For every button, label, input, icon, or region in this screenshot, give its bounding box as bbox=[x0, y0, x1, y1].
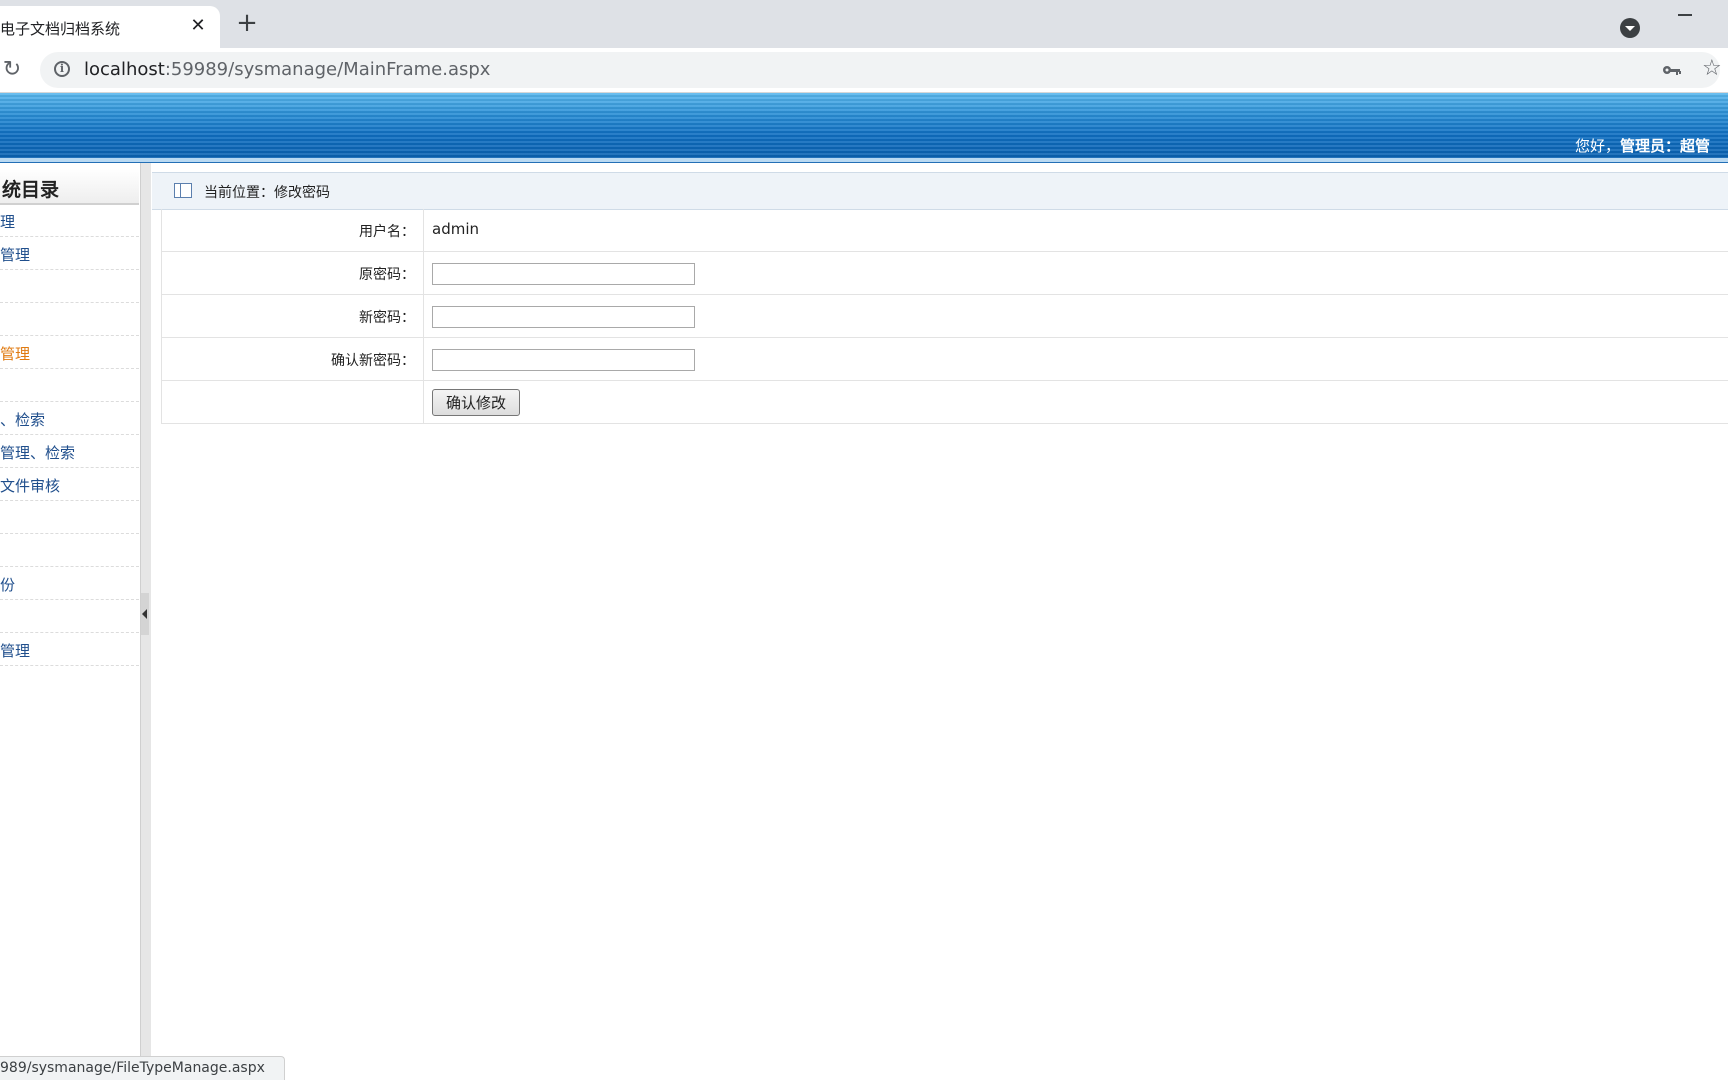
sidebar-item-label: 管理 bbox=[0, 345, 31, 363]
sidebar-item-label: 、检索 bbox=[0, 411, 46, 429]
url-path: :59989/sysmanage/MainFrame.aspx bbox=[164, 59, 491, 80]
sidebar-item[interactable] bbox=[0, 600, 139, 633]
form-label-cell bbox=[162, 381, 424, 423]
form-row-username: 用户名： admin bbox=[161, 209, 1728, 252]
browser-toolbar: ↻ i localhost:59989/sysmanage/MainFrame.… bbox=[0, 48, 1728, 93]
tab-search-icon[interactable] bbox=[1620, 18, 1640, 38]
sidebar-item-label: 理 bbox=[0, 213, 16, 231]
key-icon[interactable] bbox=[1662, 62, 1682, 78]
old-password-label: 原密码： bbox=[359, 267, 415, 283]
form-label-cell: 用户名： bbox=[162, 209, 424, 251]
username-value: admin bbox=[432, 220, 479, 238]
form-row-submit: 确认修改 bbox=[161, 381, 1728, 424]
address-bar[interactable]: i localhost:59989/sysmanage/MainFrame.as… bbox=[40, 52, 1722, 88]
collapse-sidebar-icon[interactable] bbox=[141, 593, 149, 635]
breadcrumb: 当前位置：修改密码 bbox=[152, 172, 1728, 210]
greeting-user: 管理员：超管 bbox=[1619, 137, 1710, 155]
sidebar-item-label: 管理 bbox=[0, 642, 31, 660]
new-tab-icon[interactable]: + bbox=[235, 10, 259, 36]
sidebar-item[interactable] bbox=[0, 369, 139, 402]
sidebar-item-label: 管理、检索 bbox=[0, 444, 76, 462]
sidebar-item[interactable]: 文件审核 bbox=[0, 468, 139, 501]
sidebar-item[interactable]: 管理 bbox=[0, 633, 139, 666]
sidebar-item[interactable] bbox=[0, 303, 139, 336]
browser-tabstrip: 电子文档归档系统 ✕ + bbox=[0, 0, 1728, 48]
address-url[interactable]: localhost:59989/sysmanage/MainFrame.aspx bbox=[84, 59, 490, 80]
sidebar-item-active[interactable]: 管理 bbox=[0, 336, 139, 369]
window-minimize-icon[interactable] bbox=[1678, 14, 1692, 16]
new-password-label: 新密码： bbox=[359, 310, 415, 326]
breadcrumb-text: 当前位置：修改密码 bbox=[204, 185, 330, 201]
form-row-old-password: 原密码： bbox=[161, 252, 1728, 295]
sidebar-item-label: 管理 bbox=[0, 246, 31, 264]
form-label-cell: 新密码： bbox=[162, 295, 424, 337]
sidebar-item[interactable] bbox=[0, 501, 139, 534]
window-icon bbox=[174, 183, 192, 198]
sidebar: 统目录 理 管理 管理 、检索 管理、检索 文件审核 份 管理 bbox=[0, 163, 141, 1080]
sidebar-splitter[interactable] bbox=[140, 163, 151, 1080]
close-tab-icon[interactable]: ✕ bbox=[188, 16, 208, 36]
sidebar-item[interactable]: 份 bbox=[0, 567, 139, 600]
confirm-password-label: 确认新密码： bbox=[331, 353, 415, 369]
sidebar-item[interactable]: 理 bbox=[0, 204, 139, 237]
reload-icon[interactable]: ↻ bbox=[0, 58, 24, 82]
old-password-input[interactable] bbox=[432, 263, 695, 285]
confirm-password-input[interactable] bbox=[432, 349, 695, 371]
username-label: 用户名： bbox=[359, 224, 415, 240]
sidebar-item-label: 文件审核 bbox=[0, 477, 61, 495]
greeting-prefix: 您好， bbox=[1574, 137, 1620, 155]
status-url: 989/sysmanage/FileTypeManage.aspx bbox=[0, 1060, 265, 1076]
browser-tab-title: 电子文档归档系统 bbox=[0, 20, 121, 38]
site-info-icon[interactable]: i bbox=[54, 61, 70, 77]
bookmark-star-icon[interactable]: ☆ bbox=[1702, 58, 1724, 80]
sidebar-title: 统目录 bbox=[2, 179, 60, 201]
sidebar-item[interactable] bbox=[0, 270, 139, 303]
sidebar-item-label: 份 bbox=[0, 576, 16, 594]
sidebar-item[interactable]: 管理、检索 bbox=[0, 435, 139, 468]
sidebar-item[interactable] bbox=[0, 534, 139, 567]
sidebar-item[interactable]: 管理 bbox=[0, 237, 139, 270]
confirm-change-button[interactable]: 确认修改 bbox=[432, 389, 520, 416]
user-greeting: 您好，管理员：超管 bbox=[1575, 135, 1710, 156]
sidebar-header: 统目录 bbox=[0, 169, 139, 205]
new-password-input[interactable] bbox=[432, 306, 695, 328]
browser-status-bar: 989/sysmanage/FileTypeManage.aspx bbox=[0, 1056, 285, 1080]
form-row-new-password: 新密码： bbox=[161, 295, 1728, 338]
url-host: localhost bbox=[84, 59, 165, 80]
app-header-banner: 您好，管理员：超管 bbox=[0, 93, 1728, 163]
form-row-confirm-password: 确认新密码： bbox=[161, 338, 1728, 381]
header-divider bbox=[0, 158, 1728, 162]
sidebar-item[interactable]: 、检索 bbox=[0, 402, 139, 435]
browser-tab-active[interactable]: 电子文档归档系统 ✕ bbox=[0, 6, 220, 48]
form-label-cell: 原密码： bbox=[162, 252, 424, 294]
form-label-cell: 确认新密码： bbox=[162, 338, 424, 380]
